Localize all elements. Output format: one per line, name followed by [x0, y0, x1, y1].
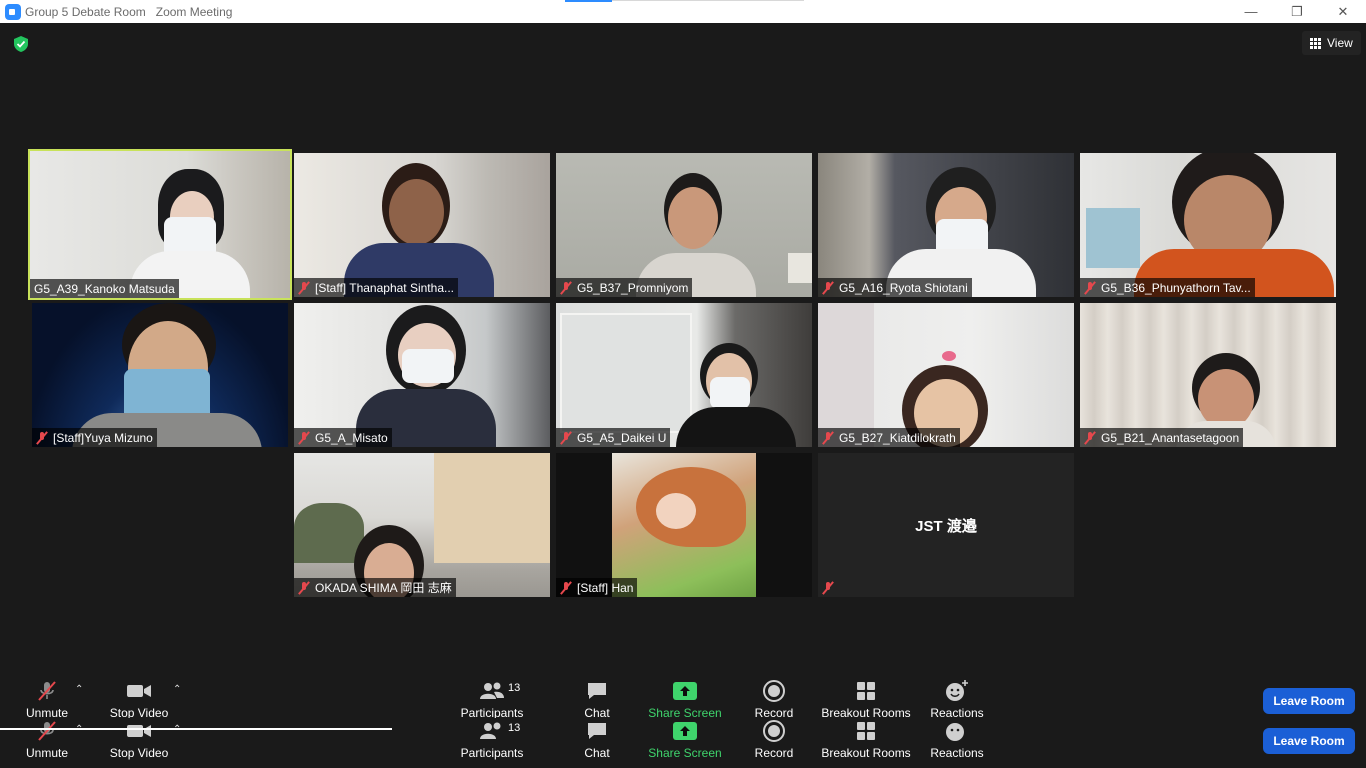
grid-view-icon — [1310, 37, 1321, 49]
breakout-rooms-icon — [857, 682, 875, 700]
record-icon — [763, 720, 785, 742]
participant-name-tag — [818, 578, 843, 597]
participant-name-tag: [Staff]Yuya Mizuno — [32, 428, 157, 447]
reactions-icon — [946, 680, 968, 701]
leave-room-button[interactable]: Leave Room — [1263, 688, 1355, 714]
muted-mic-icon — [298, 281, 310, 294]
participant-display-name: JST 渡邉 — [915, 518, 977, 535]
muted-mic-icon — [560, 581, 572, 594]
reactions-button[interactable]: Reactions — [912, 678, 1002, 720]
video-camera-icon — [127, 725, 151, 737]
view-button[interactable]: View — [1302, 31, 1361, 55]
minimize-button[interactable]: — — [1228, 0, 1274, 23]
video-tile[interactable]: G5_B21_Anantasetagoon — [1080, 303, 1336, 447]
participants-count: 13 — [508, 722, 521, 734]
video-tile[interactable]: [Staff] Han — [556, 453, 812, 597]
meeting-toolbar-duplicate: Unmute ⌃ Stop Video ⌃ Participants 13 Ch… — [0, 718, 1366, 768]
video-tile[interactable]: [Staff] Thanaphat Sintha... — [294, 153, 550, 297]
window-titlebar: Group 5 Debate Room Zoom Meeting — ❐ ✕ — [0, 0, 1366, 23]
audio-options-caret[interactable]: ⌃ — [75, 684, 83, 695]
record-button[interactable]: Record — [729, 678, 819, 720]
participants-icon — [480, 722, 501, 739]
render-artifact-line — [0, 728, 392, 730]
muted-microphone-icon — [38, 681, 56, 701]
muted-mic-icon — [822, 281, 834, 294]
video-tile[interactable]: G5_A39_Kanoko Matsuda — [28, 149, 292, 300]
share-screen-icon — [673, 682, 697, 700]
muted-mic-icon — [298, 581, 310, 594]
participant-name-tag: G5_A39_Kanoko Matsuda — [30, 279, 179, 298]
participant-name-tag: G5_A16_Ryota Shiotani — [818, 278, 972, 297]
chat-button[interactable]: Chat — [552, 678, 642, 720]
breakout-rooms-button[interactable]: Breakout Rooms — [821, 718, 911, 760]
muted-mic-icon — [560, 281, 572, 294]
muted-mic-icon — [822, 431, 834, 444]
participant-name-tag: G5_B36_Phunyathorn Tav... — [1080, 278, 1255, 297]
video-tile[interactable]: G5_A_Misato — [294, 303, 550, 447]
share-screen-icon — [673, 722, 697, 740]
stop-video-button[interactable]: Stop Video — [94, 718, 184, 760]
chat-button[interactable]: Chat — [552, 718, 642, 760]
muted-mic-icon — [298, 431, 310, 444]
restore-button[interactable]: ❐ — [1274, 0, 1320, 23]
video-tile[interactable]: G5_B27_Kiatdilokrath — [818, 303, 1074, 447]
video-tile[interactable]: G5_B37_Promniyom — [556, 153, 812, 297]
video-tile[interactable]: [Staff]Yuya Mizuno — [32, 303, 288, 447]
chat-icon — [588, 723, 606, 739]
video-camera-icon — [127, 685, 151, 697]
view-label: View — [1327, 36, 1353, 50]
share-screen-button[interactable]: Share Screen — [640, 718, 730, 760]
participants-count: 13 — [508, 682, 521, 694]
encryption-shield-icon[interactable] — [13, 36, 29, 52]
participant-name-tag: [Staff] Thanaphat Sintha... — [294, 278, 458, 297]
participant-name-tag: G5_B21_Anantasetagoon — [1080, 428, 1244, 447]
participant-name-tag: G5_B27_Kiatdilokrath — [818, 428, 960, 447]
video-tile[interactable]: G5_B36_Phunyathorn Tav... — [1080, 153, 1336, 297]
stop-video-button[interactable]: Stop Video — [94, 678, 184, 720]
share-screen-button[interactable]: Share Screen — [640, 678, 730, 720]
breakout-rooms-button[interactable]: Breakout Rooms — [821, 678, 911, 720]
close-button[interactable]: ✕ — [1320, 0, 1366, 23]
leave-room-button[interactable]: Leave Room — [1263, 728, 1355, 754]
video-options-caret[interactable]: ⌃ — [173, 684, 181, 695]
video-tile[interactable]: OKADA SHIMA 岡田 志麻 — [294, 453, 550, 597]
reactions-button[interactable]: Reactions — [912, 718, 1002, 760]
participants-button[interactable]: Participants — [447, 718, 537, 760]
record-icon — [763, 680, 785, 702]
breakout-rooms-icon — [857, 722, 875, 740]
participant-name-tag: [Staff] Han — [556, 578, 638, 597]
video-tile[interactable]: JST 渡邉 — [818, 453, 1074, 597]
video-tile[interactable]: G5_A5_Daikei U — [556, 303, 812, 447]
title-progress-indicator — [565, 0, 612, 2]
title-progress-track — [612, 0, 804, 1]
participant-name-tag: G5_A5_Daikei U — [556, 428, 671, 447]
participant-name-tag: G5_B37_Promniyom — [556, 278, 693, 297]
muted-mic-icon — [1084, 281, 1096, 294]
participant-name-tag: G5_A_Misato — [294, 428, 392, 447]
participants-button[interactable]: Participants — [447, 678, 537, 720]
muted-mic-icon — [1084, 431, 1096, 444]
participant-name-tag: OKADA SHIMA 岡田 志麻 — [294, 578, 456, 597]
reactions-icon — [946, 723, 964, 741]
muted-mic-icon — [36, 431, 48, 444]
muted-mic-icon — [822, 581, 834, 594]
zoom-app-icon — [5, 3, 21, 20]
muted-microphone-icon — [38, 721, 56, 741]
window-title: Group 5 Debate Room Zoom Meeting — [25, 4, 233, 19]
participants-icon — [480, 682, 504, 699]
record-button[interactable]: Record — [729, 718, 819, 760]
chat-icon — [588, 683, 606, 699]
video-tile[interactable]: G5_A16_Ryota Shiotani — [818, 153, 1074, 297]
muted-mic-icon — [560, 431, 572, 444]
